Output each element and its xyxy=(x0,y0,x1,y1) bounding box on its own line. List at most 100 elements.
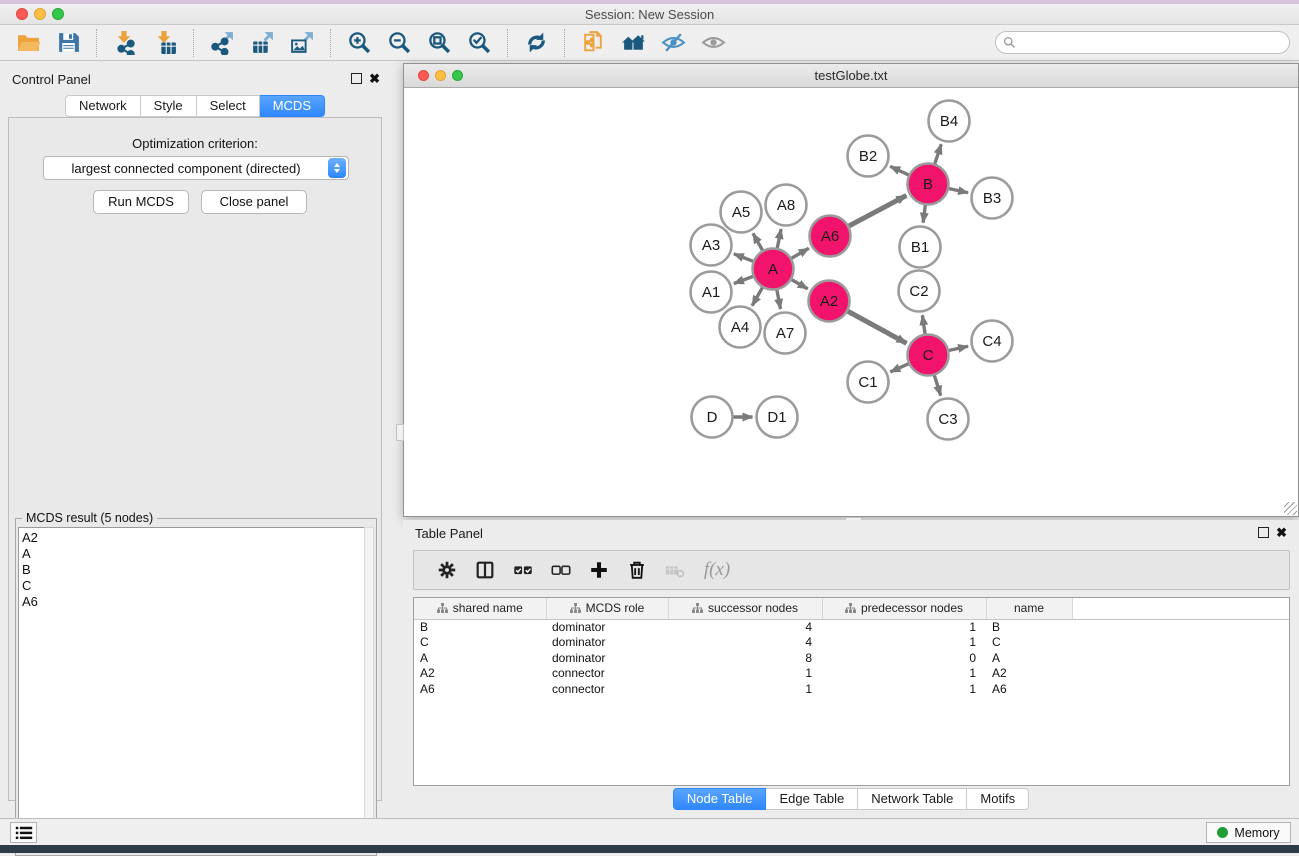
export-network-icon[interactable] xyxy=(202,28,242,58)
table-cell[interactable]: A6 xyxy=(986,681,1072,697)
deselect-all-checkboxes-icon[interactable] xyxy=(542,555,580,585)
criterion-select[interactable]: largest connected component (directed) xyxy=(43,156,349,180)
table-cell[interactable]: 1 xyxy=(822,681,986,697)
float-window-icon[interactable] xyxy=(351,73,362,84)
tab-network[interactable]: Network xyxy=(65,95,141,117)
column-header-shared-name[interactable]: shared name xyxy=(414,598,546,619)
result-list-item[interactable]: C xyxy=(22,578,365,594)
search-input[interactable] xyxy=(1016,36,1289,50)
node-label-B1: B1 xyxy=(911,239,929,256)
tab-node-table[interactable]: Node Table xyxy=(673,788,767,810)
refresh-layout-icon[interactable] xyxy=(516,28,556,58)
mcds-result-title: MCDS result (5 nodes) xyxy=(22,511,157,525)
tab-motifs[interactable]: Motifs xyxy=(967,788,1029,810)
tab-select[interactable]: Select xyxy=(197,95,260,117)
table-cell[interactable]: A xyxy=(986,650,1072,666)
select-all-checkboxes-icon[interactable] xyxy=(504,555,542,585)
result-list-item[interactable]: B xyxy=(22,562,365,578)
mcds-result-list[interactable]: A2ABCA6 xyxy=(18,527,366,853)
list-icon xyxy=(15,825,33,840)
select-stepper-icon xyxy=(328,158,346,178)
network-canvas[interactable]: B4B2BB3A8A5A6A3B1AC2A1A2A4A7C4CC1DD1C3 xyxy=(404,88,1298,516)
table-row[interactable]: Cdominator41C xyxy=(414,635,1289,651)
table-cell[interactable]: connector xyxy=(546,666,668,682)
close-panel-icon[interactable]: ✖ xyxy=(1276,527,1287,538)
result-list-item[interactable]: A xyxy=(22,546,365,562)
table-cell[interactable]: 0 xyxy=(822,650,986,666)
network-window-titlebar[interactable]: testGlobe.txt xyxy=(404,64,1298,88)
table-cell[interactable]: C xyxy=(986,635,1072,651)
tab-edge-table[interactable]: Edge Table xyxy=(766,788,858,810)
tab-mcds[interactable]: MCDS xyxy=(260,95,325,117)
zoom-selected-icon[interactable] xyxy=(459,28,499,58)
memory-button[interactable]: Memory xyxy=(1206,822,1291,843)
add-column-icon[interactable] xyxy=(580,555,618,585)
tab-network-table[interactable]: Network Table xyxy=(858,788,967,810)
tab-style[interactable]: Style xyxy=(141,95,197,117)
table-cell[interactable]: 8 xyxy=(668,650,822,666)
column-header-MCDS-role[interactable]: MCDS role xyxy=(546,598,668,619)
show-eye-icon[interactable] xyxy=(693,28,733,58)
export-image-icon[interactable] xyxy=(282,28,322,58)
table-cell[interactable]: C xyxy=(414,635,546,651)
run-mcds-button[interactable]: Run MCDS xyxy=(93,190,189,214)
table-row[interactable]: A2connector11A2 xyxy=(414,666,1289,682)
table-cell[interactable]: 4 xyxy=(668,635,822,651)
zoom-fit-icon[interactable] xyxy=(419,28,459,58)
home-icon[interactable] xyxy=(613,28,653,58)
export-table-icon[interactable] xyxy=(242,28,282,58)
zoom-out-icon[interactable] xyxy=(379,28,419,58)
float-window-icon[interactable] xyxy=(1258,527,1269,538)
table-panel: Table Panel ✖ f(x) shared nameMCDS roles… xyxy=(403,520,1299,818)
close-panel-icon[interactable]: ✖ xyxy=(369,73,380,84)
table-cell[interactable]: connector xyxy=(546,681,668,697)
task-history-button[interactable] xyxy=(10,822,37,843)
table-cell[interactable]: 1 xyxy=(822,666,986,682)
table-cell[interactable]: dominator xyxy=(546,650,668,666)
node-label-A3: A3 xyxy=(702,237,720,254)
table-cell-filler xyxy=(1072,666,1289,682)
result-list-item[interactable]: A2 xyxy=(22,530,365,546)
column-header-name[interactable]: name xyxy=(986,598,1072,619)
node-table[interactable]: shared nameMCDS rolesuccessor nodesprede… xyxy=(413,597,1290,786)
search-box[interactable] xyxy=(995,31,1290,54)
resize-grip-icon[interactable] xyxy=(1284,502,1297,515)
table-row[interactable]: Adominator80A xyxy=(414,650,1289,666)
delete-column-icon[interactable] xyxy=(618,555,656,585)
node-label-B2: B2 xyxy=(859,148,877,165)
result-list-scrollbar[interactable] xyxy=(364,527,374,853)
open-session-icon[interactable] xyxy=(8,28,48,58)
table-settings-icon[interactable] xyxy=(428,555,466,585)
table-cell[interactable]: 4 xyxy=(668,619,822,635)
save-session-icon[interactable] xyxy=(48,28,88,58)
table-cell[interactable]: dominator xyxy=(546,619,668,635)
result-list-item[interactable]: A6 xyxy=(22,594,365,610)
column-header-predecessor-nodes[interactable]: predecessor nodes xyxy=(822,598,986,619)
clone-network-icon[interactable] xyxy=(573,28,613,58)
hide-eye-icon[interactable] xyxy=(653,28,693,58)
vertical-divider-handle[interactable] xyxy=(396,424,404,441)
table-cell[interactable]: A2 xyxy=(414,666,546,682)
network-graph[interactable]: B4B2BB3A8A5A6A3B1AC2A1A2A4A7C4CC1DD1C3 xyxy=(404,88,1298,516)
table-cell[interactable]: B xyxy=(986,619,1072,635)
table-cell[interactable]: A xyxy=(414,650,546,666)
import-network-icon[interactable] xyxy=(105,28,145,58)
close-panel-button[interactable]: Close panel xyxy=(201,190,307,214)
table-cell[interactable]: A2 xyxy=(986,666,1072,682)
column-header-successor-nodes[interactable]: successor nodes xyxy=(668,598,822,619)
import-table-icon[interactable] xyxy=(145,28,185,58)
table-cell[interactable]: B xyxy=(414,619,546,635)
network-view-window[interactable]: testGlobe.txt B4B2BB3A8A5A6A3B1AC2A1A2A4… xyxy=(403,63,1299,517)
table-cell[interactable]: A6 xyxy=(414,681,546,697)
window-titlebar[interactable]: Session: New Session xyxy=(0,4,1299,25)
table-cell-filler xyxy=(1072,681,1289,697)
table-row[interactable]: A6connector11A6 xyxy=(414,681,1289,697)
table-cell[interactable]: 1 xyxy=(822,635,986,651)
split-columns-icon[interactable] xyxy=(466,555,504,585)
table-row[interactable]: Bdominator41B xyxy=(414,619,1289,635)
zoom-in-icon[interactable] xyxy=(339,28,379,58)
table-cell[interactable]: 1 xyxy=(668,666,822,682)
table-cell[interactable]: 1 xyxy=(668,681,822,697)
table-cell[interactable]: 1 xyxy=(822,619,986,635)
table-cell[interactable]: dominator xyxy=(546,635,668,651)
